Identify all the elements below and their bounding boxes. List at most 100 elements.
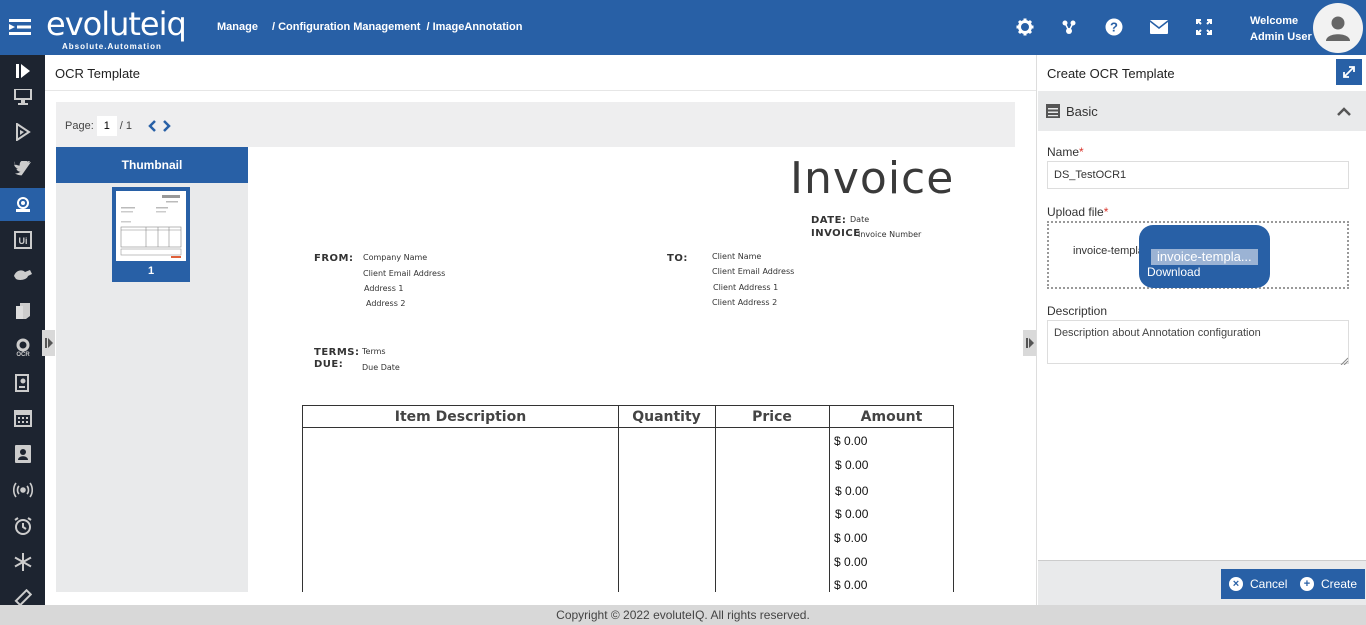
expand-icon: [1343, 66, 1355, 78]
page-label: Page:: [65, 120, 94, 132]
expand-panel-button[interactable]: [1336, 59, 1362, 85]
document-viewer: Page: / 1 Thumbnail: [56, 102, 1015, 592]
name-field-label: Name*: [1047, 145, 1084, 159]
pager: Page: / 1: [65, 116, 171, 136]
date-value: Date: [850, 215, 870, 224]
column-divider: [829, 406, 830, 592]
from-line: Client Email Address: [363, 269, 446, 278]
due-label: DUE:: [314, 359, 344, 370]
column-header-item-description: Item Description: [303, 406, 618, 428]
documents-icon[interactable]: [0, 295, 45, 327]
welcome-text: Welcome Admin User: [1250, 13, 1312, 45]
breadcrumb-image-annotation: / ImageAnnotation: [426, 21, 523, 33]
uipath-icon[interactable]: Ui: [0, 224, 45, 256]
monitor-icon[interactable]: [0, 81, 45, 113]
svg-text:Ui: Ui: [18, 236, 27, 246]
broadcast-icon[interactable]: [0, 474, 45, 506]
from-line: Company Name: [363, 253, 428, 262]
annotation-icon[interactable]: [0, 188, 45, 221]
contact-icon[interactable]: [0, 438, 45, 470]
logo-tagline: Absolute.Automation: [62, 42, 162, 51]
svg-text:OCR: OCR: [16, 352, 30, 357]
next-page-chevron-icon[interactable]: [162, 120, 171, 132]
terms-value: Terms: [362, 347, 386, 356]
name-field[interactable]: DS_TestOCR1: [1047, 161, 1349, 189]
date-label: DATE:: [811, 215, 847, 226]
welcome-label: Welcome: [1250, 15, 1299, 27]
cancel-label: Cancel: [1250, 577, 1288, 591]
section-list-icon: [1046, 104, 1060, 121]
top-bar: evoluteiq Absolute.Automation Manage / C…: [0, 0, 1366, 55]
amount-cell: $ 0.00: [835, 507, 869, 521]
dynamics-icon[interactable]: [0, 116, 45, 148]
terms-label: TERMS:: [314, 347, 360, 358]
amount-cell: $ 0.00: [835, 484, 869, 498]
panel-title: Create OCR Template: [1047, 66, 1175, 81]
thumbnail-image: [116, 191, 186, 261]
amount-cell: $ 0.00: [835, 458, 869, 472]
plus-icon: +: [1300, 577, 1314, 591]
calendar-icon[interactable]: [0, 402, 45, 434]
chevron-up-icon[interactable]: [1337, 105, 1351, 119]
uploaded-filename: invoice-templa: [1073, 245, 1144, 257]
user-icon: [1326, 16, 1350, 41]
collapse-right-handle[interactable]: [1023, 330, 1036, 356]
form-icon[interactable]: [0, 367, 45, 399]
cancel-icon: ×: [1229, 577, 1243, 591]
mail-icon[interactable]: [1149, 17, 1169, 37]
copyright-text: Copyright © 2022 evoluteIQ. All rights r…: [556, 608, 810, 622]
collapse-left-handle[interactable]: [42, 330, 55, 356]
invoice-page: Invoice DATE: Date INVOICE Invoice Numbe…: [248, 147, 1015, 592]
download-link[interactable]: Download: [1147, 265, 1200, 279]
to-line: Client Name: [712, 252, 762, 261]
help-icon[interactable]: ?: [1104, 17, 1124, 37]
invoice-number-label: INVOICE: [811, 228, 861, 239]
page-number-input[interactable]: [96, 116, 117, 136]
fullscreen-icon[interactable]: [1194, 17, 1214, 37]
logo-wordmark: evoluteiq: [46, 5, 187, 43]
svg-text:?: ?: [1110, 20, 1118, 35]
menu-toggle-icon[interactable]: [8, 17, 32, 37]
page-title: OCR Template: [55, 66, 141, 81]
invoice-items-table: Item Description Quantity Price Amount $…: [302, 405, 954, 592]
from-line: Address 1: [364, 284, 404, 293]
cancel-button[interactable]: × Cancel: [1221, 569, 1296, 599]
prev-page-chevron-icon[interactable]: [148, 120, 157, 132]
avatar[interactable]: [1313, 3, 1363, 53]
column-divider: [618, 406, 619, 592]
column-divider: [715, 406, 716, 592]
breadcrumb-manage[interactable]: Manage: [217, 21, 258, 33]
ocr-icon[interactable]: OCR: [0, 331, 45, 363]
invoice-number-value: Invoice Number: [858, 230, 922, 239]
due-value: Due Date: [362, 363, 400, 372]
alarm-icon[interactable]: [0, 510, 45, 542]
upload-dropzone[interactable]: invoice-templa invoice-templa... Downloa…: [1047, 221, 1349, 289]
network-icon[interactable]: [1059, 17, 1079, 37]
user-name: Admin User: [1250, 31, 1312, 43]
resize-grip-icon[interactable]: [1340, 354, 1349, 368]
create-template-panel: Create OCR Template Basic Name* DS_TestO…: [1036, 55, 1366, 605]
automation-icon[interactable]: [0, 259, 45, 291]
snowflake-icon[interactable]: [0, 546, 45, 578]
create-button[interactable]: + Create: [1292, 569, 1366, 599]
panel-header: Create OCR Template: [1037, 55, 1366, 91]
invoice-title: Invoice: [790, 153, 955, 204]
to-line: Client Address 1: [713, 283, 779, 292]
ruler-icon[interactable]: [0, 582, 45, 605]
basic-section-header[interactable]: Basic: [1038, 91, 1366, 131]
settings-gear-icon[interactable]: [1015, 17, 1035, 37]
upload-field-label: Upload file*: [1047, 205, 1109, 219]
thumbnail-number: 1: [147, 265, 155, 277]
panel-footer: × Cancel + Create: [1038, 560, 1366, 605]
page-thumbnail[interactable]: 1: [112, 187, 190, 282]
thumbnail-header: Thumbnail: [56, 147, 248, 183]
logo: evoluteiq Absolute.Automation: [40, 5, 190, 51]
left-sidebar: Ui OCR: [0, 55, 45, 605]
description-textarea[interactable]: Description about Annotation configurati…: [1047, 320, 1349, 364]
amount-cell: $ 0.00: [834, 578, 868, 592]
breadcrumb-config[interactable]: / Configuration Management: [272, 21, 421, 33]
page-total: / 1: [119, 120, 132, 132]
tooltip-filename: invoice-templa...: [1151, 249, 1258, 265]
twitter-icon[interactable]: [0, 152, 45, 184]
main-header: OCR Template: [45, 55, 1036, 91]
